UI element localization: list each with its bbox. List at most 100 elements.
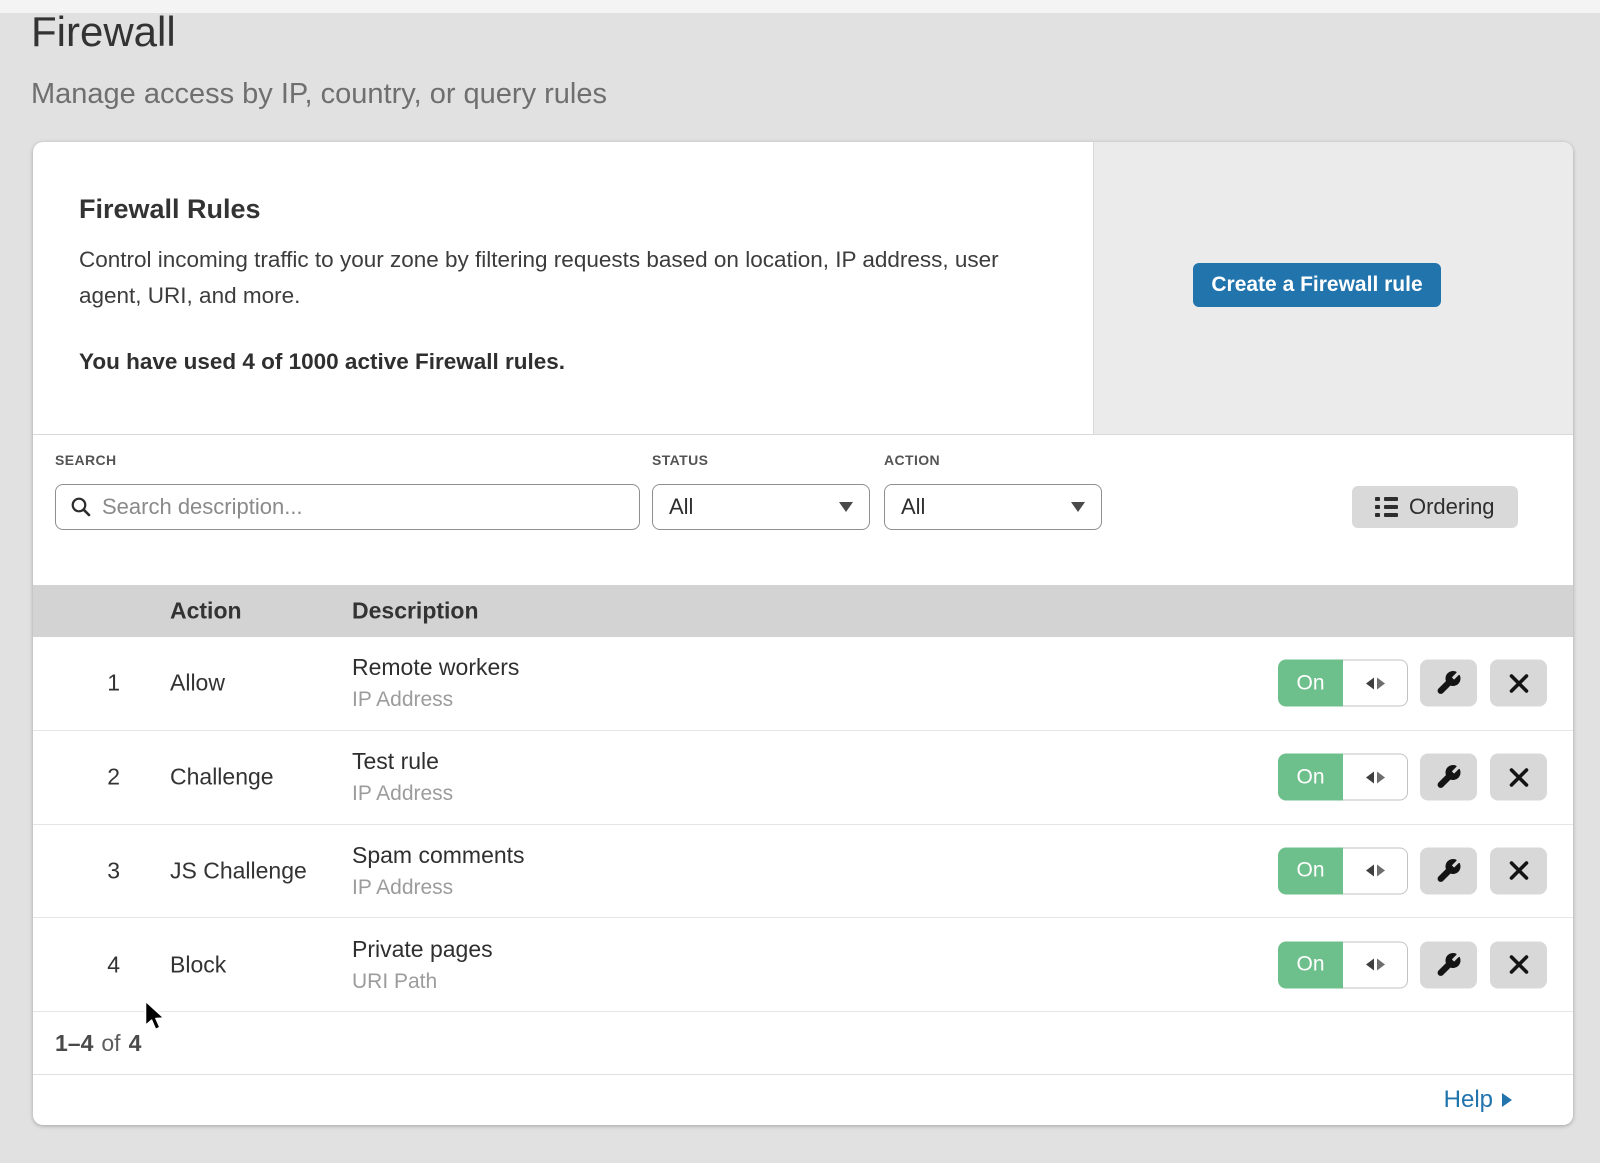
table-row: 1 Allow Remote workers IP Address On bbox=[33, 637, 1573, 731]
rule-match-type: IP Address bbox=[352, 876, 525, 900]
delete-rule-button[interactable] bbox=[1490, 847, 1547, 894]
rule-enabled-toggle[interactable]: On bbox=[1278, 754, 1408, 801]
column-header-description: Description bbox=[352, 598, 479, 625]
action-select[interactable]: All bbox=[884, 484, 1102, 530]
create-rule-panel: Create a Firewall rule bbox=[1093, 142, 1573, 434]
action-label: ACTION bbox=[884, 452, 940, 468]
rule-description-title: Private pages bbox=[352, 936, 493, 963]
left-triangle-icon bbox=[1366, 959, 1374, 971]
filter-bar: SEARCH STATUS All ACTION All bbox=[33, 435, 1573, 585]
firewall-page: Firewall Manage access by IP, country, o… bbox=[0, 0, 1600, 1163]
right-triangle-icon bbox=[1377, 865, 1385, 877]
delete-rule-button[interactable] bbox=[1490, 941, 1547, 988]
page-title: Firewall bbox=[31, 8, 176, 56]
rule-description: Spam comments IP Address bbox=[352, 842, 525, 900]
x-icon bbox=[1507, 859, 1531, 883]
wrench-icon bbox=[1435, 764, 1462, 791]
left-triangle-icon bbox=[1366, 771, 1374, 783]
table-row: 4 Block Private pages URI Path On bbox=[33, 918, 1573, 1012]
wrench-icon bbox=[1435, 951, 1462, 978]
rule-action: Allow bbox=[170, 670, 225, 697]
wrench-icon bbox=[1435, 670, 1462, 697]
rule-action: Block bbox=[170, 951, 226, 978]
mouse-cursor bbox=[143, 1000, 167, 1032]
edit-rule-button[interactable] bbox=[1420, 941, 1477, 988]
wrench-icon bbox=[1435, 857, 1462, 884]
right-triangle-icon bbox=[1377, 771, 1385, 783]
rule-priority: 2 bbox=[33, 764, 120, 791]
rule-enabled-toggle[interactable]: On bbox=[1278, 660, 1408, 707]
status-label: STATUS bbox=[652, 452, 708, 468]
rule-description: Test rule IP Address bbox=[352, 748, 453, 806]
x-icon bbox=[1507, 765, 1531, 789]
rule-description: Remote workers IP Address bbox=[352, 654, 519, 712]
help-link[interactable]: Help bbox=[1444, 1086, 1512, 1114]
search-input[interactable] bbox=[102, 494, 627, 520]
right-triangle-icon bbox=[1377, 959, 1385, 971]
search-field[interactable] bbox=[55, 484, 640, 530]
firewall-rules-card: Firewall Rules Control incoming traffic … bbox=[33, 142, 1573, 1125]
toggle-on-label[interactable]: On bbox=[1278, 941, 1343, 988]
delete-rule-button[interactable] bbox=[1490, 754, 1547, 801]
edit-rule-button[interactable] bbox=[1420, 660, 1477, 707]
toggle-on-label[interactable]: On bbox=[1278, 660, 1343, 707]
rule-description: Private pages URI Path bbox=[352, 936, 493, 994]
page-top-strip bbox=[0, 0, 1600, 13]
x-icon bbox=[1507, 671, 1531, 695]
help-link-label: Help bbox=[1444, 1086, 1493, 1114]
rule-match-type: URI Path bbox=[352, 970, 493, 994]
pagination-bar: 1–4 of 4 bbox=[33, 1012, 1573, 1075]
toggle-arrows[interactable] bbox=[1343, 941, 1408, 988]
rule-match-type: IP Address bbox=[352, 782, 453, 806]
toggle-on-label[interactable]: On bbox=[1278, 754, 1343, 801]
toggle-on-label[interactable]: On bbox=[1278, 847, 1343, 894]
right-triangle-icon bbox=[1377, 677, 1385, 689]
pagination-range: 1–4 bbox=[55, 1030, 93, 1057]
chevron-down-icon bbox=[1071, 502, 1085, 512]
rule-priority: 4 bbox=[33, 951, 120, 978]
rule-action: JS Challenge bbox=[170, 857, 307, 884]
edit-rule-button[interactable] bbox=[1420, 754, 1477, 801]
left-triangle-icon bbox=[1366, 865, 1374, 877]
create-firewall-rule-button[interactable]: Create a Firewall rule bbox=[1193, 263, 1441, 307]
card-footer: Help bbox=[33, 1075, 1573, 1125]
search-label: SEARCH bbox=[55, 452, 117, 468]
rule-enabled-toggle[interactable]: On bbox=[1278, 941, 1408, 988]
rules-usage-note: You have used 4 of 1000 active Firewall … bbox=[79, 349, 565, 375]
toggle-arrows[interactable] bbox=[1343, 847, 1408, 894]
rule-match-type: IP Address bbox=[352, 688, 519, 712]
rule-priority: 3 bbox=[33, 857, 120, 884]
edit-rule-button[interactable] bbox=[1420, 847, 1477, 894]
table-header: Action Description bbox=[33, 585, 1573, 637]
rule-description-title: Remote workers bbox=[352, 654, 519, 681]
status-select[interactable]: All bbox=[652, 484, 870, 530]
left-triangle-icon bbox=[1366, 677, 1374, 689]
card-heading: Firewall Rules bbox=[79, 194, 261, 225]
rule-priority: 1 bbox=[33, 670, 120, 697]
delete-rule-button[interactable] bbox=[1490, 660, 1547, 707]
ordering-button[interactable]: Ordering bbox=[1352, 486, 1518, 528]
status-select-value: All bbox=[669, 494, 693, 520]
ordered-list-icon bbox=[1375, 497, 1398, 518]
chevron-down-icon bbox=[839, 502, 853, 512]
right-triangle-icon bbox=[1502, 1093, 1512, 1107]
pagination-of-text: of bbox=[101, 1030, 120, 1057]
pagination-total: 4 bbox=[129, 1030, 142, 1057]
firewall-rules-intro: Firewall Rules Control incoming traffic … bbox=[33, 142, 1573, 434]
table-row: 3 JS Challenge Spam comments IP Address … bbox=[33, 825, 1573, 919]
x-icon bbox=[1507, 953, 1531, 977]
rule-action: Challenge bbox=[170, 764, 274, 791]
rules-table-body: 1 Allow Remote workers IP Address On 2 C bbox=[33, 637, 1573, 1012]
toggle-arrows[interactable] bbox=[1343, 754, 1408, 801]
search-icon bbox=[70, 496, 92, 518]
rule-enabled-toggle[interactable]: On bbox=[1278, 847, 1408, 894]
column-header-action: Action bbox=[170, 598, 242, 625]
action-select-value: All bbox=[901, 494, 925, 520]
rule-description-title: Test rule bbox=[352, 748, 453, 775]
ordering-button-label: Ordering bbox=[1409, 494, 1495, 520]
table-row: 2 Challenge Test rule IP Address On bbox=[33, 731, 1573, 825]
page-subtitle: Manage access by IP, country, or query r… bbox=[31, 78, 607, 111]
card-description: Control incoming traffic to your zone by… bbox=[79, 242, 1029, 314]
rule-description-title: Spam comments bbox=[352, 842, 525, 869]
toggle-arrows[interactable] bbox=[1343, 660, 1408, 707]
